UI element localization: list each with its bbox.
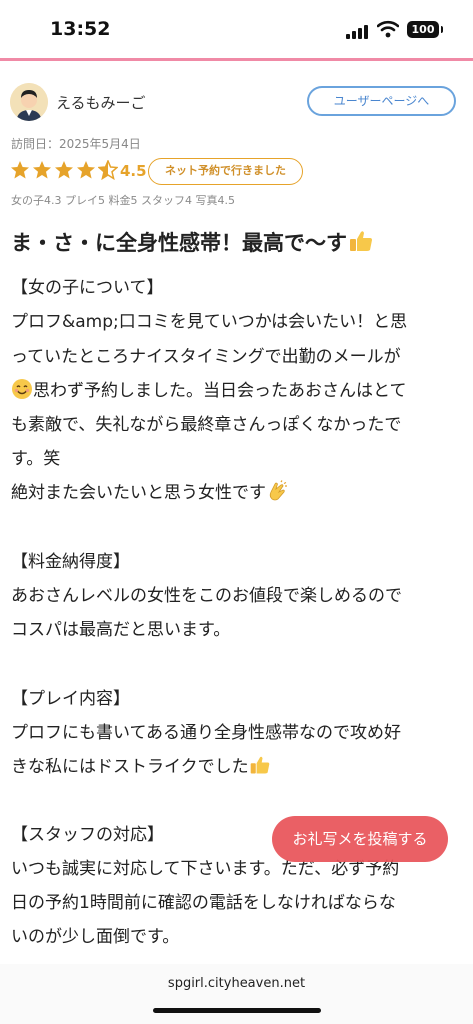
user-avatar-icon <box>10 83 48 121</box>
review-line: 【スタッフの対応】 <box>11 825 164 845</box>
review-line: コスパは最高だと思います。 <box>11 620 231 640</box>
review-title: ま・さ・に全身性感帯！最高で〜す <box>11 227 374 257</box>
review-line: 日の予約1時間前に確認の電話をしなければならな <box>11 893 396 913</box>
review-line-text: 思わず予約しました。当日会ったあおさんはとて <box>33 381 407 401</box>
cellular-signal-icon <box>346 23 370 39</box>
review-line: も素敵で、失礼ながら最終章さんっぽくなかったで <box>11 415 402 435</box>
url-display[interactable]: spgirl.cityheaven.net <box>0 976 473 991</box>
category-scores: 女の子4.3 プレイ5 料金5 スタッフ4 写真4.5 <box>11 194 235 207</box>
review-line: 【料金納得度】 <box>11 552 130 572</box>
post-thanks-photo-button[interactable]: お礼写メを投稿する <box>272 816 448 862</box>
star-full-icon <box>77 161 95 179</box>
smiling-face-icon <box>12 379 32 399</box>
review-line: あおさんレベルの女性をこのお値段で楽しめるので <box>11 586 402 606</box>
status-bar: 13:52 100 <box>0 0 473 60</box>
star-full-icon <box>33 161 51 179</box>
review-line: 思わず予約しました。当日会ったあおさんはとて <box>11 376 407 401</box>
star-half-icon <box>98 160 118 180</box>
review-line: いのが少し面倒です。 <box>11 927 180 947</box>
home-indicator[interactable] <box>153 1008 321 1013</box>
avatar[interactable] <box>10 83 48 121</box>
review-line: す。笑 <box>11 449 61 469</box>
battery-icon: 100 <box>407 21 443 38</box>
review-line: きな私にはドストライクでした <box>11 752 271 777</box>
review-line: プロフ&amp;口コミを見ていつかは会いたい！と思 <box>11 312 408 332</box>
header-divider <box>0 58 473 61</box>
user-page-button[interactable]: ユーザーページへ <box>307 86 456 116</box>
star-full-icon <box>55 161 73 179</box>
review-title-text: ま・さ・に全身性感帯！最高で〜す <box>11 231 347 255</box>
star-full-icon <box>11 161 29 179</box>
review-line: 【プレイ内容】 <box>11 689 130 709</box>
clock: 13:52 <box>50 18 111 40</box>
review-line: っていたところナイスタイミングで出勤のメールが <box>11 347 401 367</box>
reviewer-name[interactable]: えるもみーご <box>56 92 146 113</box>
thumbs-up-icon <box>250 756 269 774</box>
browser-bottom-bar <box>0 964 473 1024</box>
wifi-icon <box>377 20 399 38</box>
review-line-text: 絶対また会いたいと思う女性です <box>11 483 266 503</box>
review-line: 【女の子について】 <box>11 278 164 298</box>
thumbs-up-icon <box>350 231 372 251</box>
review-line: プロフにも書いてある通り全身性感帯なので攻め好 <box>11 723 401 743</box>
review-line-text: きな私にはドストライクでした <box>11 757 249 777</box>
review-line: 絶対また会いたいと思う女性です <box>11 478 288 503</box>
clapping-hands-icon <box>269 480 287 501</box>
net-reservation-badge: ネット予約で行きました <box>148 158 303 185</box>
rating-value: 4.5 <box>120 162 147 180</box>
visit-date: 訪問日：2025年5月4日 <box>11 137 141 151</box>
